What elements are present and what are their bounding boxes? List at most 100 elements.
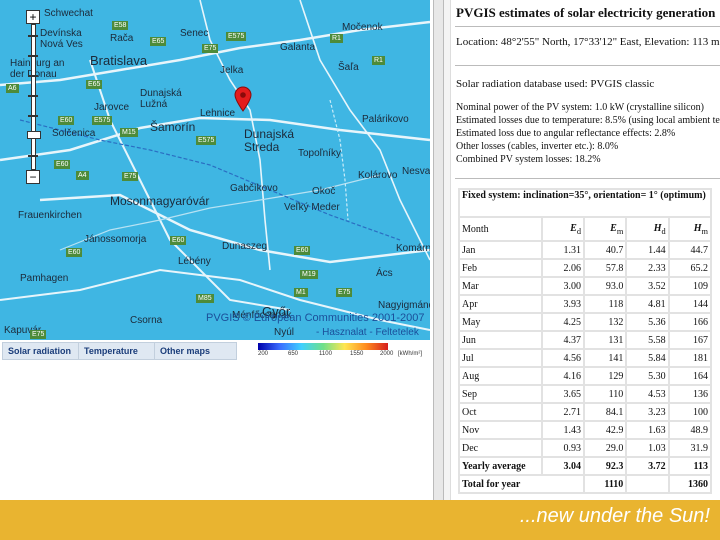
map-city-label: Dunaszeg bbox=[222, 241, 268, 252]
yearly-ed: 3.04 bbox=[542, 458, 583, 474]
legend-tick: 1100 bbox=[319, 351, 332, 357]
table-row: Jun 4.37 131 5.58 167 bbox=[460, 332, 710, 348]
road-label: E75 bbox=[30, 330, 47, 339]
cell-month: Apr bbox=[460, 296, 541, 312]
zoom-out-button[interactable]: − bbox=[26, 170, 40, 184]
map-city-label: Dunajská Lužná bbox=[140, 88, 182, 110]
road-label: M1 bbox=[294, 288, 308, 297]
cell-ed: 1.43 bbox=[542, 422, 583, 438]
map-city-label: Frauenkirchen bbox=[18, 210, 82, 221]
road-label: M19 bbox=[300, 270, 318, 279]
cell-hd: 3.23 bbox=[627, 404, 668, 420]
map-city-label: Šaľa bbox=[338, 62, 359, 73]
terms-link[interactable]: Feltetelek bbox=[375, 327, 418, 338]
header-hm-sub: m bbox=[701, 226, 708, 236]
map-city-label: Lehnice bbox=[200, 108, 236, 119]
map-view[interactable]: Schwechat Devínska Nová Ves Rača Senec M… bbox=[0, 0, 430, 340]
map-city-label: Jánossomorja bbox=[84, 234, 147, 245]
road-label: A6 bbox=[6, 84, 19, 93]
cell-month: Feb bbox=[460, 260, 541, 276]
table-caption: Fixed system: inclination=35°, orientati… bbox=[460, 190, 710, 216]
map-city-label: Csorna bbox=[130, 315, 163, 326]
map-city-label: Nyúl bbox=[274, 327, 295, 338]
map-link[interactable]: Hasznalat bbox=[322, 327, 366, 338]
map-city-label: Mosonmagyaróvár bbox=[110, 194, 210, 208]
tab-other-maps[interactable]: Other maps bbox=[154, 342, 237, 360]
divider bbox=[455, 65, 720, 66]
header-em-symbol: E bbox=[610, 222, 617, 234]
cell-hm: 181 bbox=[669, 350, 710, 366]
cell-ed: 4.56 bbox=[542, 350, 583, 366]
cell-hm: 109 bbox=[669, 278, 710, 294]
map-city-label: Senec bbox=[180, 28, 209, 39]
map-city-label: Rača bbox=[110, 33, 134, 44]
cell-hm: 48.9 bbox=[669, 422, 710, 438]
map-city-label: Palárikovo bbox=[362, 114, 409, 125]
map-city-label: Močenok bbox=[342, 22, 383, 33]
zoom-slider-track[interactable] bbox=[27, 24, 41, 170]
map-city-label: Jarovce bbox=[94, 102, 130, 113]
road-label: E60 bbox=[170, 236, 187, 245]
table-row: Sep 3.65 110 4.53 136 bbox=[460, 386, 710, 402]
table-row: Feb 2.06 57.8 2.33 65.2 bbox=[460, 260, 710, 276]
road-label: M15 bbox=[120, 128, 138, 137]
table-row: Apr 3.93 118 4.81 144 bbox=[460, 296, 710, 312]
road-label: R1 bbox=[372, 56, 385, 65]
tab-solar-radiation[interactable]: Solar radiation bbox=[2, 342, 79, 360]
cell-month: Mar bbox=[460, 278, 541, 294]
divider bbox=[455, 26, 720, 27]
header-hd-sub: d bbox=[661, 226, 666, 236]
loss-line: Estimated losses due to temperature: 8.5… bbox=[456, 115, 720, 126]
yearly-average-row: Yearly average 3.04 92.3 3.72 113 bbox=[460, 458, 710, 474]
loss-line: Estimated loss due to angular reflectanc… bbox=[456, 128, 676, 139]
legend-tick: 1550 bbox=[350, 351, 364, 357]
cell-month: Jun bbox=[460, 332, 541, 348]
map-city-label: Veľký Meder bbox=[284, 202, 340, 213]
map-city-label: Nagyigmánd bbox=[378, 300, 430, 311]
total-year-row: Total for year 1110 1360 bbox=[460, 476, 710, 492]
yearly-hd: 3.72 bbox=[627, 458, 668, 474]
pane-splitter[interactable] bbox=[433, 0, 444, 500]
map-city-label: Ács bbox=[376, 268, 393, 279]
cell-hd: 5.84 bbox=[627, 350, 668, 366]
map-city-label: Šamorín bbox=[150, 120, 196, 134]
header-em: Em bbox=[584, 218, 626, 240]
table-row: May 4.25 132 5.36 166 bbox=[460, 314, 710, 330]
cell-em: 42.9 bbox=[584, 422, 626, 438]
road-label: E75 bbox=[336, 288, 353, 297]
results-table: Fixed system: inclination=35°, orientati… bbox=[458, 188, 712, 494]
map-city-label: Jelka bbox=[220, 65, 244, 76]
map-city-label: Galanta bbox=[280, 42, 316, 53]
zoom-in-button[interactable]: + bbox=[26, 10, 40, 24]
map-city-label: Komárno bbox=[396, 243, 430, 254]
legend-unit: [kWh/m²] bbox=[398, 351, 422, 357]
cell-em: 118 bbox=[584, 296, 626, 312]
cell-ed: 3.65 bbox=[542, 386, 583, 402]
cell-ed: 3.93 bbox=[542, 296, 583, 312]
tab-temperature[interactable]: Temperature bbox=[78, 342, 155, 360]
header-hd: Hd bbox=[627, 218, 668, 240]
loss-line: Nominal power of the PV system: 1.0 kW (… bbox=[456, 102, 704, 113]
road-label: E75 bbox=[202, 44, 219, 53]
cell-em: 29.0 bbox=[584, 440, 626, 456]
cell-hd: 5.36 bbox=[627, 314, 668, 330]
divider bbox=[455, 178, 720, 179]
cell-month: Jan bbox=[460, 242, 541, 258]
report-scrollbar[interactable] bbox=[444, 0, 451, 500]
map-city-label: Dunajská Streda bbox=[244, 127, 295, 154]
road-label: E60 bbox=[58, 116, 75, 125]
table-row: Oct 2.71 84.1 3.23 100 bbox=[460, 404, 710, 420]
cell-hm: 136 bbox=[669, 386, 710, 402]
zoom-tick bbox=[28, 75, 38, 77]
cell-ed: 1.31 bbox=[542, 242, 583, 258]
header-em-sub: m bbox=[616, 226, 624, 236]
footer-slogan: ...new under the Sun! bbox=[519, 505, 710, 527]
zoom-slider-thumb[interactable] bbox=[27, 131, 41, 139]
yearly-label: Yearly average bbox=[460, 458, 541, 474]
road-label: E575 bbox=[92, 116, 113, 125]
zoom-tick bbox=[28, 155, 38, 157]
cell-hd: 1.63 bbox=[627, 422, 668, 438]
radiation-legend-bar bbox=[258, 343, 388, 350]
cell-ed: 4.37 bbox=[542, 332, 583, 348]
cell-hm: 44.7 bbox=[669, 242, 710, 258]
